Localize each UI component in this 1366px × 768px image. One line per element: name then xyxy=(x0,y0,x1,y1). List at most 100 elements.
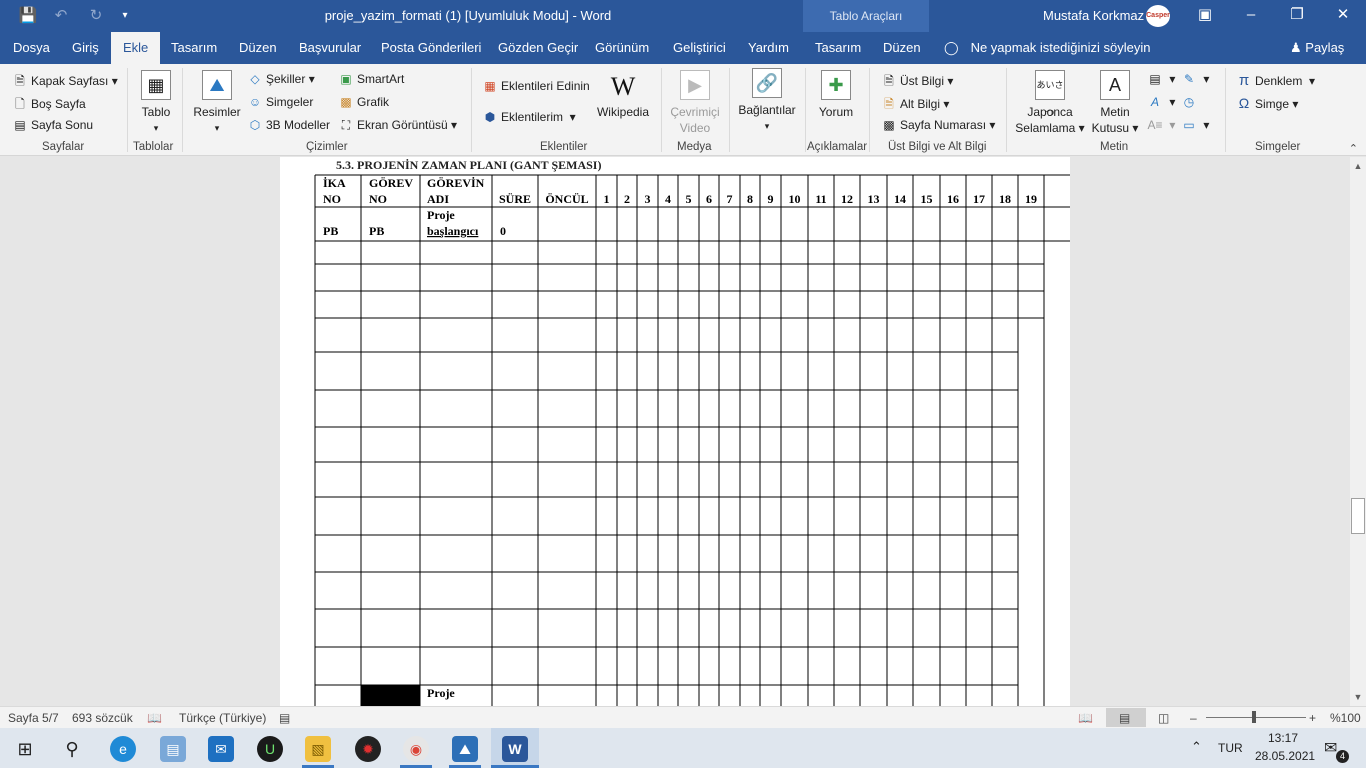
clock-date[interactable]: 28.05.2021 xyxy=(1255,749,1315,763)
wikipedia-button[interactable]: W Wikipedia xyxy=(594,70,652,120)
chrome-icon[interactable]: ◉ xyxy=(403,736,429,762)
comment-button[interactable]: ✚ Yorum xyxy=(812,70,860,120)
wikipedia-label: Wikipedia xyxy=(596,105,650,119)
tab-duzen[interactable]: Düzen xyxy=(239,32,277,64)
close-button[interactable]: ✕ xyxy=(1320,0,1366,32)
avatar[interactable]: Casper xyxy=(1146,5,1170,27)
photos-icon[interactable]: ⛰ xyxy=(452,736,478,762)
cell-sure: 0 xyxy=(500,224,506,238)
tab-tasarim[interactable]: Tasarım xyxy=(171,32,217,64)
group-separator xyxy=(1006,68,1007,152)
read-mode-icon[interactable]: 📖 xyxy=(1078,711,1093,725)
folder-icon[interactable]: ▧ xyxy=(305,736,331,762)
blank-page-button[interactable]: 🗋 Boş Sayfa xyxy=(12,95,86,116)
start-windows-icon[interactable]: ⊞ xyxy=(12,736,38,762)
signature-icon: ✎ xyxy=(1183,72,1195,86)
zoom-slider-thumb[interactable] xyxy=(1252,711,1256,723)
symbol-button[interactable]: Ω Simge ▾ xyxy=(1236,95,1299,111)
header-ika-no: NO xyxy=(323,192,341,206)
page-break-button[interactable]: ▤ Sayfa Sonu xyxy=(12,118,93,132)
object-icon: ▭ xyxy=(1183,118,1195,132)
input-language[interactable]: TUR xyxy=(1218,741,1243,755)
smartart-button[interactable]: ▣ SmartArt xyxy=(338,72,404,86)
tab-table-tasarim[interactable]: Tasarım xyxy=(815,32,861,64)
text-box-button[interactable]: A Metin Kutusu ▾ xyxy=(1090,70,1140,136)
language-indicator[interactable]: Türkçe (Türkiye) xyxy=(179,711,266,725)
tab-ekle[interactable]: Ekle xyxy=(111,32,161,64)
share-button[interactable]: ♟ Paylaş xyxy=(1290,32,1344,64)
web-layout-icon[interactable]: ◫ xyxy=(1158,711,1169,725)
collapse-ribbon-icon[interactable]: ⌃ xyxy=(1349,142,1358,155)
word-icon[interactable]: W xyxy=(502,736,528,762)
macro-recording-icon[interactable]: ▤ xyxy=(279,711,290,725)
page-number-label: Sayfa Numarası xyxy=(900,118,987,132)
tab-gorunum[interactable]: Görünüm xyxy=(595,32,649,64)
shapes-button[interactable]: ◇ Şekiller ▾ xyxy=(247,72,314,86)
omega-icon: Ω xyxy=(1238,95,1250,111)
edge-icon[interactable]: e xyxy=(110,736,136,762)
screenshot-button[interactable]: ⛶ Ekran Görüntüsü ▾ xyxy=(338,118,457,133)
quick-parts-button[interactable]: ▤ ▾ xyxy=(1147,72,1175,86)
u-app-icon[interactable]: U xyxy=(257,736,283,762)
tab-basvurular[interactable]: Başvurular xyxy=(299,32,361,64)
my-addins-button[interactable]: ⬢ Eklentilerim ▾ xyxy=(482,110,576,124)
zoom-in-icon[interactable]: + xyxy=(1309,711,1316,725)
proofing-icon[interactable]: 📖 xyxy=(147,711,162,725)
header-button[interactable]: 🗎 Üst Bilgi ▾ xyxy=(881,72,953,93)
equation-button[interactable]: π Denklem ▾ xyxy=(1236,72,1315,89)
wordart-icon: A xyxy=(1150,95,1159,109)
tab-gozden-gecir[interactable]: Gözden Geçir xyxy=(498,32,578,64)
footer-icon: 🗎 xyxy=(884,97,894,111)
tab-gelistirici[interactable]: Geliştirici xyxy=(673,32,726,64)
wordart-button[interactable]: A ▾ xyxy=(1147,95,1175,109)
table-button[interactable]: ▦ Tablo ▾ xyxy=(136,70,176,136)
object-button[interactable]: ▭ ▾ xyxy=(1181,118,1209,132)
person-icon: ♟ xyxy=(1290,40,1302,55)
scroll-up-icon[interactable]: ▲ xyxy=(1350,159,1366,173)
zoom-level[interactable]: %100 xyxy=(1330,711,1361,725)
scroll-down-icon[interactable]: ▼ xyxy=(1350,690,1366,704)
cover-page-button[interactable]: 🗎 Kapak Sayfası ▾ xyxy=(12,72,118,93)
gantt-table[interactable]: İKA NO GÖREV NO GÖREVİN ADI SÜRE ÖNCÜL 1 2 3 4 5 6 7 8 9… xyxy=(280,157,1070,706)
app-red-icon[interactable]: ✹ xyxy=(355,736,381,762)
tray-chevron-icon[interactable]: ⌃ xyxy=(1191,739,1202,755)
date-time-button[interactable]: ◷ xyxy=(1181,95,1200,109)
mail-icon[interactable]: ✉ xyxy=(208,736,234,762)
word-count[interactable]: 693 sözcük xyxy=(72,711,133,725)
group-separator xyxy=(471,68,472,152)
zoom-out-icon[interactable]: – xyxy=(1190,711,1197,725)
clock-time[interactable]: 13:17 xyxy=(1268,731,1298,745)
file-manager-icon[interactable]: ▤ xyxy=(160,736,186,762)
search-icon[interactable]: ⚲ xyxy=(59,736,85,762)
get-addins-button[interactable]: ▦ Eklentileri Edinin xyxy=(482,79,589,93)
pictures-button[interactable]: ⛰ Resimler ▾ xyxy=(193,70,241,136)
tab-table-duzen[interactable]: Düzen xyxy=(883,32,921,64)
page-number-button[interactable]: ▩ Sayfa Numarası ▾ xyxy=(881,118,995,132)
tab-giris[interactable]: Giriş xyxy=(72,32,99,64)
comment-label: Yorum xyxy=(818,105,854,119)
restore-button[interactable]: ❐ xyxy=(1274,0,1320,32)
3d-models-button[interactable]: ⬡ 3B Modeller xyxy=(247,118,330,132)
icons-button[interactable]: ☺ Simgeler xyxy=(247,95,314,109)
zoom-slider[interactable] xyxy=(1206,717,1306,718)
tell-me-search[interactable]: ◯ Ne yapmak istediğinizi söyleyin xyxy=(944,32,1150,64)
links-button[interactable]: 🔗 Bağlantılar ▾ xyxy=(735,68,799,134)
link-icon: 🔗 xyxy=(752,68,782,98)
minimize-button[interactable]: – xyxy=(1228,0,1274,32)
footer-button[interactable]: 🗎 Alt Bilgi ▾ xyxy=(881,95,949,116)
vertical-scrollbar[interactable]: ▲ ▼ xyxy=(1350,157,1366,706)
page-indicator[interactable]: Sayfa 5/7 xyxy=(8,711,59,725)
ribbon-display-options-icon[interactable]: ▣ xyxy=(1182,0,1228,32)
table-tools-label: Tablo Araçları xyxy=(829,9,903,23)
scroll-thumb[interactable] xyxy=(1351,498,1365,534)
user-name[interactable]: Mustafa Korkmaz xyxy=(1043,8,1144,23)
print-layout-icon[interactable]: ▤ xyxy=(1119,711,1130,725)
document-page[interactable]: 5.3. PROJENİN ZAMAN PLANI (GANT ŞEMASI) … xyxy=(280,157,1070,706)
signature-line-button[interactable]: ✎ ▾ xyxy=(1181,72,1209,86)
tab-yardim[interactable]: Yardım xyxy=(748,32,789,64)
chart-button[interactable]: ▩ Grafik xyxy=(338,95,389,109)
tab-dosya[interactable]: Dosya xyxy=(13,32,50,64)
header-oncul: ÖNCÜL xyxy=(545,192,588,206)
japanese-greetings-button[interactable]: あいさつ Japonca Selamlama ▾ xyxy=(1014,70,1086,136)
tab-posta-gonderileri[interactable]: Posta Gönderileri xyxy=(381,32,481,64)
